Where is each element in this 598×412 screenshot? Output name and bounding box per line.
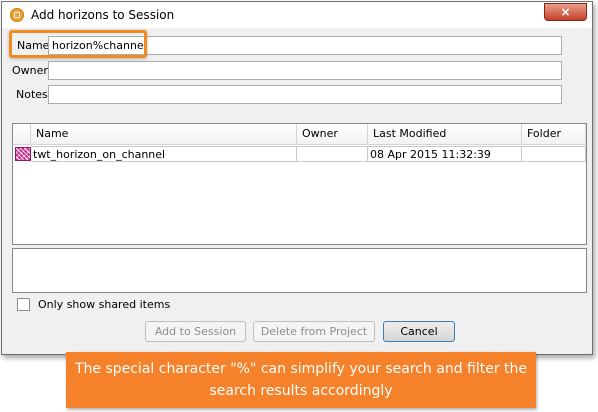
tip-line-1: The special character "%" can simplify y… bbox=[74, 361, 528, 377]
tip-callout: The special character "%" can simplify y… bbox=[66, 352, 536, 408]
row-name: twt_horizon_on_channel bbox=[31, 146, 297, 162]
details-panel bbox=[12, 248, 587, 293]
header-icon-column bbox=[13, 124, 31, 144]
column-header-name[interactable]: Name bbox=[31, 124, 297, 144]
table-row[interactable]: twt_horizon_on_channel 08 Apr 2015 11:32… bbox=[13, 146, 586, 163]
name-field-highlight bbox=[9, 30, 147, 58]
column-header-owner[interactable]: Owner bbox=[297, 124, 368, 144]
horizons-table[interactable]: Name Owner Last Modified Folder twt_hori… bbox=[12, 123, 587, 245]
cancel-button[interactable]: Cancel bbox=[383, 321, 455, 342]
row-owner bbox=[297, 146, 368, 162]
horizon-icon bbox=[15, 147, 31, 161]
only-shared-checkbox[interactable] bbox=[17, 298, 30, 311]
table-header: Name Owner Last Modified Folder bbox=[13, 124, 586, 145]
notes-input[interactable] bbox=[48, 85, 562, 104]
column-header-last-modified[interactable]: Last Modified bbox=[368, 124, 522, 144]
notes-label: Notes bbox=[16, 88, 48, 101]
window-title: Add horizons to Session bbox=[31, 8, 175, 22]
only-shared-label[interactable]: Only show shared items bbox=[38, 298, 170, 311]
column-header-folder[interactable]: Folder bbox=[522, 124, 586, 144]
delete-from-project-button[interactable]: Delete from Project bbox=[253, 321, 375, 342]
app-icon bbox=[10, 8, 24, 22]
row-last-modified: 08 Apr 2015 11:32:39 bbox=[368, 146, 522, 162]
tip-line-2: search results accordingly bbox=[209, 383, 393, 399]
close-button[interactable]: × bbox=[544, 3, 587, 21]
row-folder bbox=[522, 146, 586, 162]
title-bar[interactable]: Add horizons to Session × bbox=[2, 2, 592, 28]
owner-input[interactable] bbox=[48, 61, 562, 80]
add-to-session-button[interactable]: Add to Session bbox=[145, 321, 246, 342]
owner-label: Owner bbox=[12, 64, 48, 77]
